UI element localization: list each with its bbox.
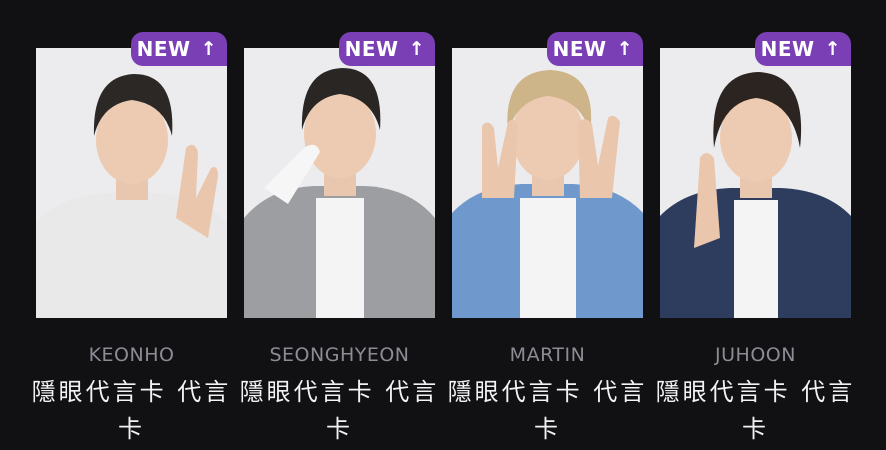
member-photo[interactable] (244, 48, 435, 318)
new-badge: NEW ↑ (546, 32, 643, 66)
badge-label: NEW (344, 37, 399, 61)
photocard-grid: NEW ↑ KEONHO 隱眼代言卡 代言卡 NEW ↑ SEONGHYEON … (0, 0, 886, 450)
member-name: MARTIN (509, 344, 586, 366)
new-badge: NEW ↑ (754, 32, 851, 66)
card-title[interactable]: 隱眼代言卡 代言卡 (440, 374, 655, 448)
photocard-item[interactable]: NEW ↑ MARTIN 隱眼代言卡 代言卡 (448, 32, 644, 450)
arrow-up-icon: ↑ (616, 37, 633, 60)
photocard-item[interactable]: NEW ↑ JUHOON 隱眼代言卡 代言卡 (656, 32, 852, 450)
badge-label: NEW (552, 37, 607, 61)
member-name: KEONHO (88, 344, 175, 366)
new-badge: NEW ↑ (338, 32, 435, 66)
arrow-up-icon: ↑ (408, 37, 425, 60)
member-photo-illustration (36, 48, 227, 318)
member-photo[interactable] (452, 48, 643, 318)
member-name: SEONGHYEON (269, 344, 410, 366)
card-title[interactable]: 隱眼代言卡 代言卡 (648, 374, 863, 448)
photocard-item[interactable]: NEW ↑ SEONGHYEON 隱眼代言卡 代言卡 (240, 32, 436, 450)
badge-label: NEW (136, 37, 191, 61)
card-title[interactable]: 隱眼代言卡 代言卡 (24, 374, 239, 448)
member-photo-illustration (244, 48, 435, 318)
arrow-up-icon: ↑ (200, 37, 217, 60)
new-badge: NEW ↑ (130, 32, 227, 66)
member-photo-illustration (660, 48, 851, 318)
photocard-item[interactable]: NEW ↑ KEONHO 隱眼代言卡 代言卡 (32, 32, 228, 450)
badge-label: NEW (760, 37, 815, 61)
member-photo[interactable] (36, 48, 227, 318)
card-title[interactable]: 隱眼代言卡 代言卡 (232, 374, 447, 448)
arrow-up-icon: ↑ (824, 37, 841, 60)
member-name: JUHOON (715, 344, 796, 366)
member-photo[interactable] (660, 48, 851, 318)
member-photo-illustration (452, 48, 643, 318)
